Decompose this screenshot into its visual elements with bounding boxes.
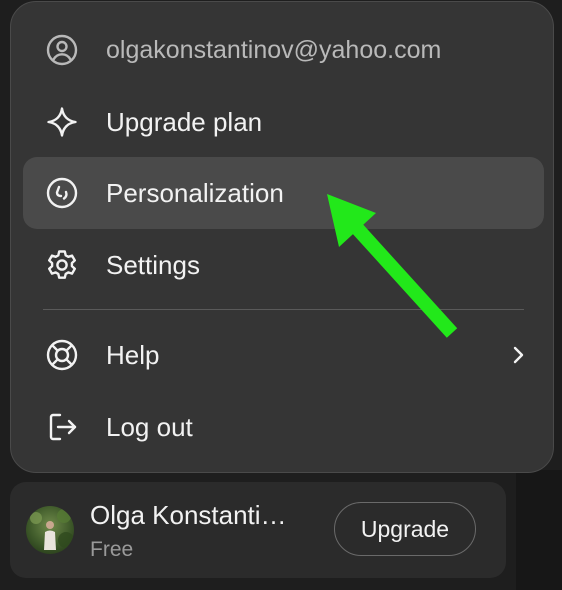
side-panel	[516, 470, 562, 590]
lifebuoy-icon	[45, 338, 79, 372]
menu-item-help[interactable]: Help	[23, 319, 544, 391]
menu-item-upgrade-plan[interactable]: Upgrade plan	[23, 86, 544, 158]
screen: olgakonstantinov@yahoo.com Upgrade plan …	[0, 0, 562, 590]
gear-icon	[45, 248, 79, 282]
menu-item-label: Upgrade plan	[106, 106, 263, 137]
menu-divider	[43, 309, 524, 310]
user-name: Olga Konstanti…	[90, 500, 287, 530]
menu-item-label: Help	[106, 339, 160, 370]
menu-item-label: Settings	[106, 249, 200, 280]
chevron-right-icon	[513, 346, 524, 364]
account-email: olgakonstantinov@yahoo.com	[106, 35, 442, 64]
upgrade-button[interactable]: Upgrade	[334, 502, 476, 556]
logout-icon	[45, 410, 79, 444]
user-plan: Free	[90, 538, 134, 561]
personalization-icon	[45, 176, 79, 210]
sparkle-icon	[45, 105, 79, 139]
user-circle-icon	[45, 33, 79, 67]
account-email-row: olgakonstantinov@yahoo.com	[23, 14, 544, 86]
menu-item-label: Personalization	[106, 177, 284, 208]
menu-item-label: Log out	[106, 411, 193, 442]
menu-item-log-out[interactable]: Log out	[23, 391, 544, 463]
menu-item-personalization[interactable]: Personalization	[23, 157, 544, 229]
avatar[interactable]	[26, 506, 74, 554]
account-menu: olgakonstantinov@yahoo.com Upgrade plan …	[10, 1, 554, 473]
user-card[interactable]: Olga Konstanti… Free Upgrade	[10, 482, 506, 578]
menu-item-settings[interactable]: Settings	[23, 229, 544, 301]
